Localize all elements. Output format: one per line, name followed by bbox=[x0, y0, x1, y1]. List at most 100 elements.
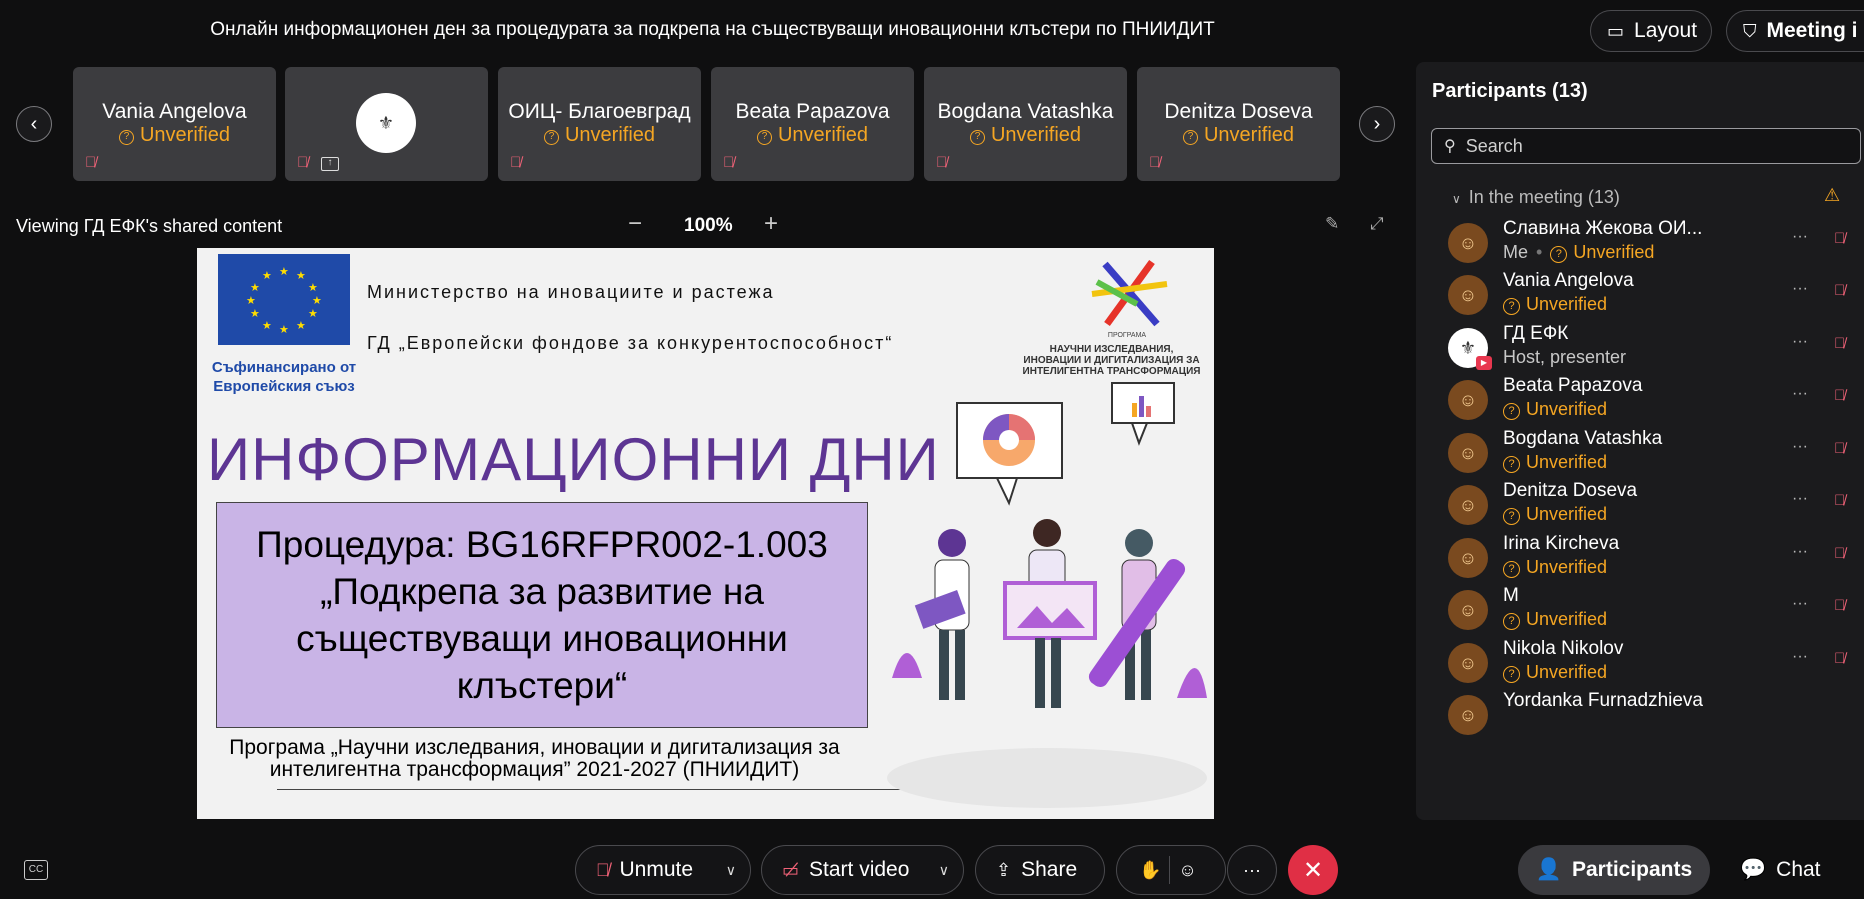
mic-muted-icon[interactable]: 🎙̸ bbox=[1834, 387, 1845, 404]
question-icon: ? bbox=[1503, 298, 1520, 315]
question-icon: ? bbox=[1550, 246, 1568, 263]
video-tile[interactable]: Vania Angelova ? Unverified 🎙̸ bbox=[73, 67, 276, 181]
more-icon[interactable]: ··· bbox=[1792, 595, 1808, 613]
program-logo-caption: ПРОГРАМА bbox=[1107, 332, 1147, 339]
mic-muted-icon: 🎙̸ bbox=[510, 154, 522, 171]
mic-muted-icon[interactable]: 🎙̸ bbox=[1834, 597, 1845, 614]
program-logo bbox=[1091, 259, 1168, 327]
mic-muted-icon: 🎙̸ bbox=[1149, 154, 1161, 171]
question-icon: ? bbox=[1503, 613, 1520, 630]
video-tile[interactable]: ⚜ 🎙̸ ↑ bbox=[285, 67, 488, 181]
more-icon[interactable]: ··· bbox=[1792, 280, 1808, 298]
shield-icon: ⛉ bbox=[1743, 20, 1757, 41]
participant-status: ? Unverified bbox=[1503, 399, 1607, 420]
more-icon[interactable]: ··· bbox=[1792, 385, 1808, 403]
raise-hand-icon[interactable]: ✋ bbox=[1139, 860, 1161, 881]
mic-muted-icon[interactable]: 🎙̸ bbox=[1834, 545, 1845, 562]
mic-muted-icon[interactable]: 🎙̸ bbox=[1834, 492, 1845, 509]
reactions-group: ✋ ☺ bbox=[1116, 845, 1226, 895]
tile-status: ? Unverified bbox=[924, 124, 1127, 147]
participant-status: ? Unverified bbox=[1503, 557, 1607, 578]
avatar: ☺ bbox=[1448, 538, 1488, 578]
video-tile[interactable]: Bogdana Vatashka ? Unverified 🎙̸ bbox=[924, 67, 1127, 181]
avatar: ☺ bbox=[1448, 380, 1488, 420]
avatar: ☺ bbox=[1448, 485, 1488, 525]
fullscreen-icon[interactable]: ⤢ bbox=[1370, 214, 1384, 234]
participant-name: Beata Papazova bbox=[1503, 375, 1643, 396]
participant-row[interactable]: ☺ Yordanka Furnadzhieva bbox=[1416, 684, 1864, 746]
screen-share-icon: ↑ bbox=[321, 157, 339, 171]
mic-muted-icon: 🎙̸ bbox=[596, 859, 610, 880]
participant-logo: ⚜ bbox=[356, 93, 416, 153]
mic-muted-icon[interactable]: 🎙̸ bbox=[1834, 282, 1845, 299]
divider bbox=[1169, 856, 1171, 884]
unmute-button[interactable]: 🎙̸ Unmute ∨ bbox=[575, 845, 751, 895]
mic-muted-icon[interactable]: 🎙̸ bbox=[1834, 440, 1845, 457]
avatar: ☺ bbox=[1448, 275, 1488, 315]
manage-participants-icon[interactable]: ⚠ bbox=[1824, 185, 1840, 206]
chevron-down-icon: ∨ bbox=[1452, 192, 1461, 206]
procedure-box: Процедура: BG16RFPR002-1.003 „Подкрепа з… bbox=[216, 502, 868, 728]
question-icon: ? bbox=[756, 130, 772, 145]
emoji-reaction-icon[interactable]: ☺ bbox=[1178, 860, 1196, 881]
more-icon[interactable]: ··· bbox=[1792, 543, 1808, 561]
team-illustration bbox=[887, 382, 1207, 808]
meeting-info-button[interactable]: ⛉ Meeting i bbox=[1726, 10, 1864, 52]
video-tile[interactable]: Beata Papazova ? Unverified 🎙̸ bbox=[711, 67, 914, 181]
question-icon: ? bbox=[1503, 508, 1520, 525]
ministry-name: Министерство на иновациите и растежа bbox=[367, 282, 775, 302]
participant-name: Vania Angelova bbox=[1503, 270, 1634, 291]
question-icon: ? bbox=[1503, 666, 1520, 683]
chevron-left-icon: ‹ bbox=[30, 112, 38, 135]
mic-muted-icon[interactable]: 🎙̸ bbox=[1834, 650, 1845, 667]
sharing-badge-icon: ▶ bbox=[1476, 356, 1492, 370]
slide-title: ИНФОРМАЦИОННИ ДНИ bbox=[207, 426, 940, 493]
tile-name: Beata Papazova bbox=[735, 100, 890, 123]
avatar: ☺ bbox=[1448, 695, 1488, 735]
share-label: Share bbox=[1021, 858, 1078, 881]
video-tile[interactable]: ОИЦ- Благоевград ? Unverified 🎙̸ bbox=[498, 67, 701, 181]
avatar: ☺ bbox=[1448, 643, 1488, 683]
avatar: ☺ bbox=[1448, 223, 1488, 263]
more-icon: ··· bbox=[1243, 859, 1261, 880]
more-icon[interactable]: ··· bbox=[1792, 333, 1808, 351]
mic-muted-icon: 🎙̸ bbox=[85, 154, 97, 171]
video-tile[interactable]: Denitza Doseva ? Unverified 🎙̸ bbox=[1137, 67, 1340, 181]
start-video-button[interactable]: ▭̸ Start video ∨ bbox=[761, 845, 964, 895]
participant-status: ? Unverified bbox=[1503, 504, 1607, 525]
more-options-button[interactable]: ··· bbox=[1227, 845, 1277, 895]
chat-button[interactable]: 💬 Chat bbox=[1740, 858, 1821, 882]
start-video-label: Start video bbox=[809, 858, 910, 881]
shared-content-label: Viewing ГД ЕФК's shared content bbox=[16, 216, 283, 236]
participants-button[interactable]: 👤 Participants bbox=[1518, 845, 1710, 895]
more-icon[interactable]: ··· bbox=[1792, 648, 1808, 666]
more-icon[interactable]: ··· bbox=[1792, 490, 1808, 508]
question-icon: ? bbox=[969, 130, 985, 145]
mic-muted-icon[interactable]: 🎙̸ bbox=[1834, 230, 1845, 247]
chat-bubble-icon: 💬 bbox=[1740, 858, 1767, 881]
strip-next-button[interactable]: › bbox=[1359, 106, 1395, 142]
more-icon[interactable]: ··· bbox=[1792, 228, 1808, 246]
zoom-level: 100% bbox=[684, 215, 733, 236]
slide-divider bbox=[277, 789, 927, 790]
more-icon[interactable]: ··· bbox=[1792, 438, 1808, 456]
chevron-down-icon[interactable]: ∨ bbox=[939, 862, 949, 879]
group-header[interactable]: ∨ In the meeting (13) bbox=[1452, 187, 1620, 208]
zoom-in-button[interactable]: + bbox=[764, 210, 778, 238]
mic-muted-icon[interactable]: 🎙̸ bbox=[1834, 335, 1845, 352]
layout-button[interactable]: ▭ Layout bbox=[1590, 10, 1712, 52]
annotate-icon[interactable]: ✎ bbox=[1325, 214, 1339, 234]
leave-meeting-button[interactable]: ✕ bbox=[1288, 845, 1338, 895]
meeting-title: Онлайн информационен ден за процедурата … bbox=[210, 19, 1215, 40]
share-button[interactable]: ⇪ Share bbox=[975, 845, 1105, 895]
captions-icon[interactable]: CC bbox=[24, 860, 48, 880]
tile-name: Denitza Doseva bbox=[1164, 100, 1313, 123]
zoom-out-button[interactable]: − bbox=[628, 210, 642, 238]
chevron-down-icon[interactable]: ∨ bbox=[726, 862, 736, 879]
strip-prev-button[interactable]: ‹ bbox=[16, 106, 52, 142]
participant-name: Nikola Nikolov bbox=[1503, 638, 1624, 659]
search-input[interactable] bbox=[1465, 135, 1826, 157]
question-icon: ? bbox=[118, 130, 134, 145]
avatar: ⚜ ▶ bbox=[1448, 328, 1492, 370]
search-box[interactable]: ⚲ bbox=[1431, 128, 1861, 164]
